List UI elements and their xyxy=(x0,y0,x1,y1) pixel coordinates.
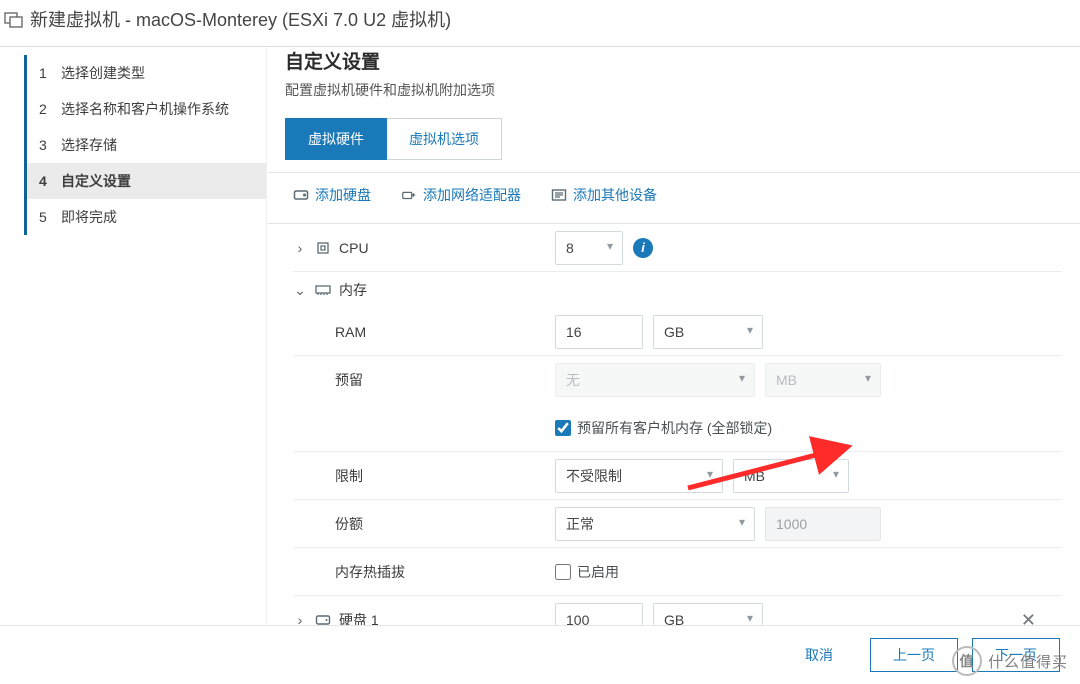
row-memory-group: ⌄ 内存 xyxy=(293,272,1062,308)
ram-label: RAM xyxy=(335,324,366,340)
info-icon[interactable]: i xyxy=(633,238,653,258)
disk-icon xyxy=(293,188,309,202)
cancel-button[interactable]: 取消 xyxy=(782,638,856,672)
limit-label: 限制 xyxy=(335,466,363,486)
reservation-label: 预留 xyxy=(335,370,363,390)
sidebar-item-label: 选择名称和客户机操作系统 xyxy=(61,99,229,119)
add-disk-button[interactable]: 添加硬盘 xyxy=(293,185,371,205)
reservation-unit-select: MB xyxy=(765,363,881,397)
add-other-device-button[interactable]: 添加其他设备 xyxy=(551,185,657,205)
tab-hardware[interactable]: 虚拟硬件 xyxy=(285,118,387,160)
limit-value-select[interactable]: 不受限制 xyxy=(555,459,723,493)
step-name-os[interactable]: 2 选择名称和客户机操作系统 xyxy=(27,91,266,127)
sidebar-item-label: 自定义设置 xyxy=(61,171,131,191)
step-storage[interactable]: 3 选择存储 xyxy=(27,127,266,163)
reservation-value-select: 无 xyxy=(555,363,755,397)
step-create-type[interactable]: 1 选择创建类型 xyxy=(27,55,266,91)
step-customize[interactable]: 4 自定义设置 xyxy=(27,163,266,199)
prev-button[interactable]: 上一页 xyxy=(870,638,958,672)
chevron-down-icon[interactable]: ⌄ xyxy=(293,282,307,299)
chevron-right-icon[interactable]: › xyxy=(293,240,307,256)
shares-value-select[interactable]: 正常 xyxy=(555,507,755,541)
reserve-all-checkbox[interactable] xyxy=(555,420,571,436)
hotplug-checkbox-wrap[interactable]: 已启用 xyxy=(555,562,619,582)
shares-number-input xyxy=(765,507,881,541)
step-finish[interactable]: 5 即将完成 xyxy=(27,199,266,235)
nic-icon xyxy=(401,188,417,202)
memory-icon xyxy=(315,284,331,296)
sidebar-item-label: 选择创建类型 xyxy=(61,63,145,83)
window-title-bar: 新建虚拟机 - macOS-Monterey (ESXi 7.0 U2 虚拟机) xyxy=(0,0,1080,46)
page-title: 自定义设置 xyxy=(285,47,1062,74)
ram-unit-select[interactable]: GB xyxy=(653,315,763,349)
row-limit: 限制 不受限制 MB xyxy=(293,452,1062,500)
wizard-steps-sidebar: 1 选择创建类型 2 选择名称和客户机操作系统 3 选择存储 4 自定义设置 5… xyxy=(0,47,267,626)
watermark-text: 什么值得买 xyxy=(988,651,1068,672)
cpu-label: CPU xyxy=(339,240,369,256)
tab-options[interactable]: 虚拟机选项 xyxy=(387,118,502,160)
row-hotplug: 内存热插拔 已启用 xyxy=(293,548,1062,596)
row-cpu: › CPU 8 i xyxy=(293,224,1062,272)
vm-icon xyxy=(4,9,24,29)
shares-label: 份额 xyxy=(335,514,363,534)
device-icon xyxy=(551,188,567,202)
memory-group-label: 内存 xyxy=(339,280,367,300)
wizard-footer: 取消 上一页 下一页 xyxy=(0,625,1080,684)
hotplug-enabled-label: 已启用 xyxy=(577,562,619,582)
row-reservation: 预留 无 MB xyxy=(293,356,1062,404)
sidebar-item-label: 选择存储 xyxy=(61,135,117,155)
sidebar-item-label: 即将完成 xyxy=(61,207,117,227)
add-nic-button[interactable]: 添加网络适配器 xyxy=(401,185,521,205)
reserve-all-checkbox-wrap[interactable]: 预留所有客户机内存 (全部锁定) xyxy=(555,418,772,438)
cpu-count-select[interactable]: 8 xyxy=(555,231,623,265)
row-shares: 份额 正常 xyxy=(293,500,1062,548)
watermark-badge: 值 xyxy=(952,646,982,676)
row-ram: RAM GB xyxy=(293,308,1062,356)
hotplug-checkbox[interactable] xyxy=(555,564,571,580)
limit-unit-select[interactable]: MB xyxy=(733,459,849,493)
window-title: 新建虚拟机 - macOS-Monterey (ESXi 7.0 U2 虚拟机) xyxy=(30,6,451,32)
page-subtitle: 配置虚拟机硬件和虚拟机附加选项 xyxy=(285,80,1062,100)
watermark: 值 什么值得买 xyxy=(952,646,1068,676)
cpu-icon xyxy=(315,241,331,255)
wizard-content: 自定义设置 配置虚拟机硬件和虚拟机附加选项 虚拟硬件 虚拟机选项 添加硬盘 添加… xyxy=(267,47,1080,626)
reserve-all-label: 预留所有客户机内存 (全部锁定) xyxy=(577,418,772,438)
ram-size-input[interactable] xyxy=(555,315,643,349)
row-reserve-all: 预留所有客户机内存 (全部锁定) xyxy=(293,404,1062,452)
hotplug-label: 内存热插拔 xyxy=(335,562,405,582)
